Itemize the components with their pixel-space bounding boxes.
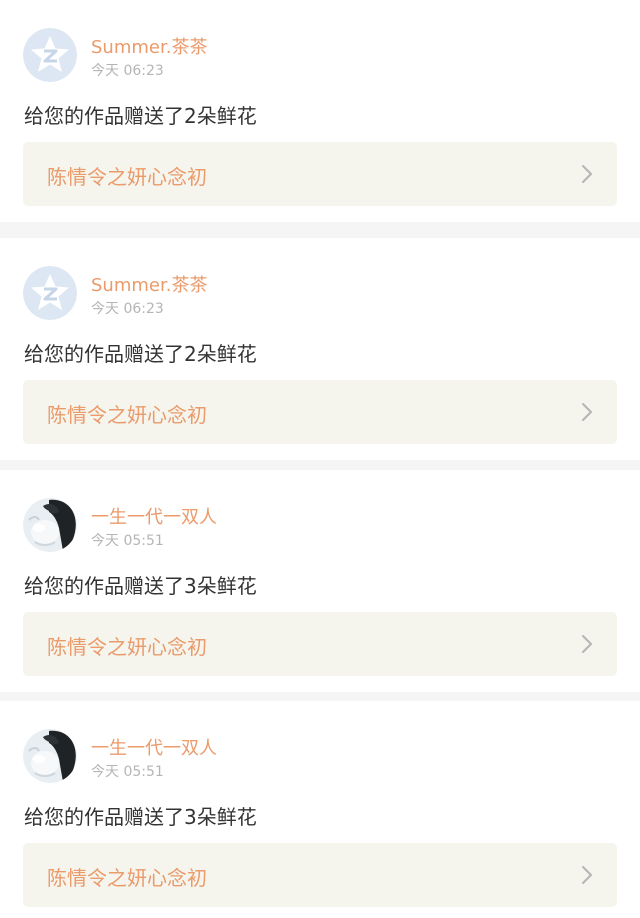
work-link-card[interactable]: 陈情令之妍心念初 <box>23 612 617 676</box>
timestamp: 今天 06:23 <box>91 63 164 79</box>
qq-default-avatar-icon[interactable] <box>23 266 77 320</box>
gift-message: 给您的作品赠送了2朵鲜花 <box>24 104 257 128</box>
work-link-card[interactable]: 陈情令之妍心念初 <box>23 843 617 907</box>
username-link[interactable]: Summer.茶茶 <box>91 33 207 59</box>
work-title: 陈情令之妍心念初 <box>47 403 207 427</box>
notification-card: Summer.茶茶 今天 06:23 给您的作品赠送了2朵鲜花 陈情令之妍心念初 <box>0 238 640 460</box>
username-link[interactable]: 一生一代一双人 <box>91 503 217 529</box>
timestamp: 今天 06:23 <box>91 301 164 317</box>
notification-card: 一生一代一双人 今天 05:51 给您的作品赠送了3朵鲜花 陈情令之妍心念初 <box>0 701 640 918</box>
notification-card: Summer.茶茶 今天 06:23 给您的作品赠送了2朵鲜花 陈情令之妍心念初 <box>0 0 640 222</box>
username-link[interactable]: Summer.茶茶 <box>91 271 207 297</box>
work-title: 陈情令之妍心念初 <box>47 165 207 189</box>
chevron-right-icon <box>582 635 592 653</box>
notification-screen: Summer.茶茶 今天 06:23 给您的作品赠送了2朵鲜花 陈情令之妍心念初… <box>0 0 640 918</box>
qq-default-avatar-icon[interactable] <box>23 28 77 82</box>
gift-message: 给您的作品赠送了3朵鲜花 <box>24 805 257 829</box>
notification-card: 一生一代一双人 今天 05:51 给您的作品赠送了3朵鲜花 陈情令之妍心念初 <box>0 470 640 692</box>
chevron-right-icon <box>582 165 592 183</box>
work-link-card[interactable]: 陈情令之妍心念初 <box>23 142 617 206</box>
work-link-card[interactable]: 陈情令之妍心念初 <box>23 380 617 444</box>
timestamp: 今天 05:51 <box>91 764 164 780</box>
anime-character-avatar-icon[interactable] <box>23 729 77 783</box>
gift-message: 给您的作品赠送了3朵鲜花 <box>24 574 257 598</box>
gift-message: 给您的作品赠送了2朵鲜花 <box>24 342 257 366</box>
timestamp: 今天 05:51 <box>91 533 164 549</box>
work-title: 陈情令之妍心念初 <box>47 635 207 659</box>
chevron-right-icon <box>582 403 592 421</box>
username-link[interactable]: 一生一代一双人 <box>91 734 217 760</box>
work-title: 陈情令之妍心念初 <box>47 866 207 890</box>
chevron-right-icon <box>582 866 592 884</box>
anime-character-avatar-icon[interactable] <box>23 498 77 552</box>
